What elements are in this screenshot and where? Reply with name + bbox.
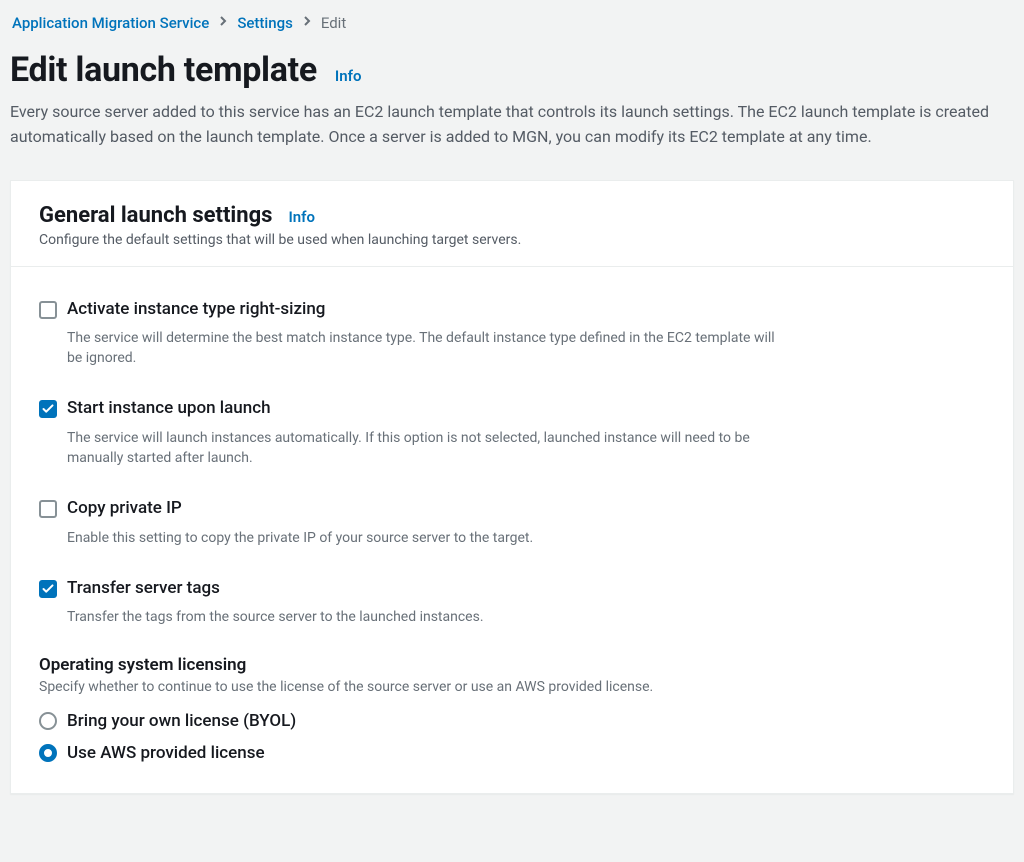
page-description: Every source server added to this servic… xyxy=(10,100,1010,150)
panel-body: Activate instance type right-sizing The … xyxy=(11,267,1013,794)
start-instance-desc: The service will launch instances automa… xyxy=(67,428,787,469)
aws-license-radio[interactable] xyxy=(39,744,57,762)
transfer-tags-checkbox[interactable] xyxy=(39,580,57,598)
byol-radio[interactable] xyxy=(39,712,57,730)
aws-license-label: Use AWS provided license xyxy=(67,743,265,763)
option-right-sizing: Activate instance type right-sizing xyxy=(39,279,985,324)
option-copy-ip: Copy private IP xyxy=(39,468,985,523)
option-start-instance: Start instance upon launch xyxy=(39,368,985,423)
panel-subtitle: Configure the default settings that will… xyxy=(39,232,985,248)
radio-byol-row: Bring your own license (BYOL) xyxy=(39,705,985,737)
check-icon xyxy=(42,583,54,595)
breadcrumb-root-link[interactable]: Application Migration Service xyxy=(12,14,209,32)
chevron-right-icon xyxy=(303,15,311,31)
breadcrumb-current: Edit xyxy=(321,14,346,32)
right-sizing-checkbox[interactable] xyxy=(39,301,57,319)
copy-ip-label: Copy private IP xyxy=(67,498,182,519)
panel-title: General launch settings xyxy=(39,203,272,228)
chevron-right-icon xyxy=(219,15,227,31)
page-header: Edit launch template Info xyxy=(10,50,1014,90)
check-icon xyxy=(42,403,54,415)
copy-ip-checkbox[interactable] xyxy=(39,500,57,518)
panel-header: General launch settings Info Configure t… xyxy=(11,181,1013,267)
copy-ip-desc: Enable this setting to copy the private … xyxy=(67,528,787,548)
transfer-tags-desc: Transfer the tags from the source server… xyxy=(67,607,787,627)
byol-label: Bring your own license (BYOL) xyxy=(67,711,296,731)
licensing-heading: Operating system licensing xyxy=(39,655,985,675)
option-transfer-tags: Transfer server tags xyxy=(39,548,985,603)
info-link[interactable]: Info xyxy=(288,208,315,226)
start-instance-label: Start instance upon launch xyxy=(67,398,271,419)
right-sizing-desc: The service will determine the best matc… xyxy=(67,328,787,369)
right-sizing-label: Activate instance type right-sizing xyxy=(67,299,325,320)
breadcrumb: Application Migration Service Settings E… xyxy=(10,14,1014,32)
page-title: Edit launch template xyxy=(10,50,317,90)
start-instance-checkbox[interactable] xyxy=(39,400,57,418)
licensing-desc: Specify whether to continue to use the l… xyxy=(39,679,985,695)
info-link[interactable]: Info xyxy=(335,67,362,85)
radio-aws-row: Use AWS provided license xyxy=(39,737,985,769)
breadcrumb-settings-link[interactable]: Settings xyxy=(237,14,293,32)
general-launch-settings-panel: General launch settings Info Configure t… xyxy=(10,180,1014,795)
transfer-tags-label: Transfer server tags xyxy=(67,578,220,599)
